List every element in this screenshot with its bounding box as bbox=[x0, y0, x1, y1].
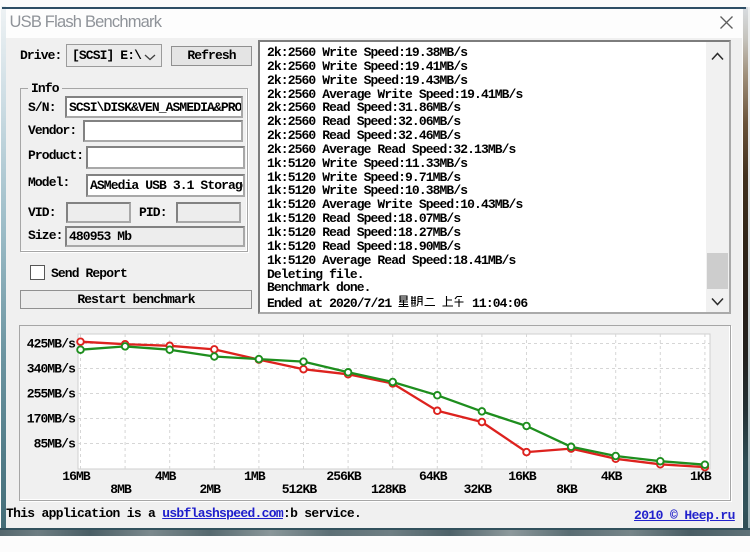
svg-text:255MB/s: 255MB/s bbox=[27, 387, 76, 402]
svg-text:1KB: 1KB bbox=[690, 469, 712, 484]
svg-text:512KB: 512KB bbox=[282, 482, 318, 497]
svg-text:340MB/s: 340MB/s bbox=[27, 362, 76, 377]
svg-text:16MB: 16MB bbox=[62, 469, 91, 484]
svg-text:4MB: 4MB bbox=[155, 469, 177, 484]
svg-text:256KB: 256KB bbox=[326, 469, 362, 484]
svg-text:85MB/s: 85MB/s bbox=[34, 437, 77, 452]
svg-text:2MB: 2MB bbox=[199, 482, 221, 497]
svg-text:1MB: 1MB bbox=[244, 469, 266, 484]
svg-text:32KB: 32KB bbox=[464, 482, 493, 497]
svg-text:4KB: 4KB bbox=[601, 469, 623, 484]
svg-text:8MB: 8MB bbox=[110, 482, 132, 497]
svg-text:16KB: 16KB bbox=[508, 469, 537, 484]
svg-text:2KB: 2KB bbox=[645, 482, 667, 497]
svg-text:425MB/s: 425MB/s bbox=[27, 337, 76, 352]
svg-text:8KB: 8KB bbox=[556, 482, 578, 497]
svg-text:64KB: 64KB bbox=[419, 469, 448, 484]
svg-text:170MB/s: 170MB/s bbox=[27, 412, 76, 427]
svg-text:128KB: 128KB bbox=[371, 482, 407, 497]
